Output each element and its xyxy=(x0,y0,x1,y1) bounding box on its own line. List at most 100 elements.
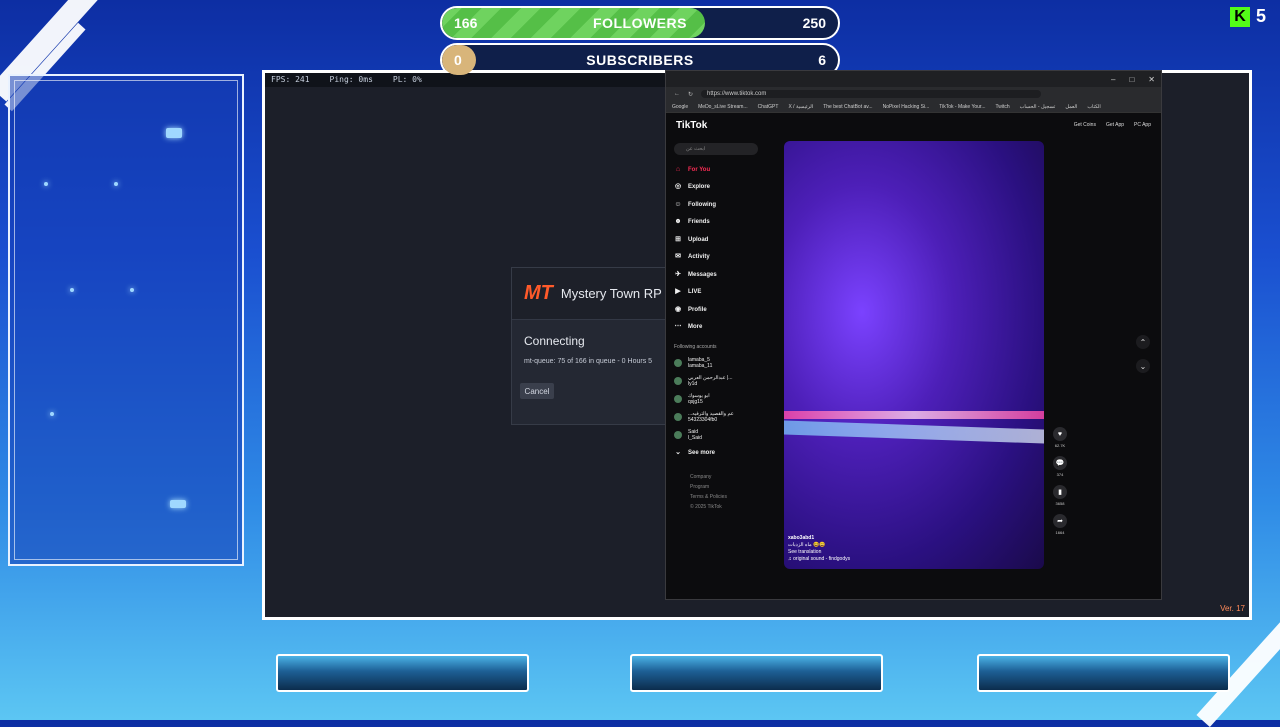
compass-icon: ◎ xyxy=(674,183,682,191)
nav-item-activity[interactable]: ✉ Activity xyxy=(674,249,758,267)
dialog-header: MT Mystery Town RP xyxy=(512,268,680,320)
queue-status: mt-queue: 75 of 166 in queue - 0 Hours 5 xyxy=(524,358,653,365)
chevron-up-icon[interactable]: ⌃ xyxy=(1136,335,1150,349)
account-item[interactable]: lamaba_5 lamaba_11 xyxy=(674,354,758,372)
fps-readout: FPS: 241 xyxy=(271,75,310,84)
account-item[interactable]: عبدالرحمن العربي |... ly1d xyxy=(674,372,758,390)
nav-item-friends[interactable]: ☻ Friends xyxy=(674,214,758,232)
followers-goal-bar: 166 FOLLOWERS 250 xyxy=(440,6,840,40)
chevron-down-icon: ⌄ xyxy=(675,448,681,456)
kick-logo-icon: K xyxy=(1230,6,1250,27)
nav-item-live[interactable]: ▶ LIVE xyxy=(674,284,758,302)
upload-icon: ⊞ xyxy=(675,235,681,243)
connection-dialog: MT Mystery Town RP Connecting mt-queue: … xyxy=(511,267,681,425)
account-handle: ly1d xyxy=(688,381,698,387)
save-count: 3658 xyxy=(1055,501,1065,506)
account-item[interactable]: ...عم والقصيد والترفيه 54323304fb0 xyxy=(674,408,758,426)
home-icon: ⌂ xyxy=(675,165,681,173)
cancel-button[interactable]: Cancel xyxy=(520,383,554,399)
like-icon[interactable]: ♥ xyxy=(1053,427,1067,441)
followers-goal: 250 xyxy=(802,15,826,31)
stage-edge xyxy=(784,420,1044,444)
see-more-link[interactable]: ⌄ See more xyxy=(674,444,758,462)
nav-item-upload[interactable]: ⊞ Upload xyxy=(674,231,758,249)
browser-window: – □ ✕ ← ↻ https://www.tiktok.com Google M… xyxy=(665,70,1162,600)
subscribers-goal: 6 xyxy=(818,52,826,68)
like-count: 62.7K xyxy=(1054,443,1066,448)
tiktok-video-player[interactable]: xabo3abd1 ماه الزدبات 😆😄 See translation… xyxy=(784,141,1044,569)
tiktok-footer: Company Program Terms & Policies © 2025 Tik… xyxy=(690,472,758,512)
nav-item-label: For You xyxy=(688,166,711,173)
bookmark-item[interactable]: العمل xyxy=(1065,104,1077,110)
bookmark-item[interactable]: Twitch xyxy=(996,104,1010,110)
reload-icon[interactable]: ↻ xyxy=(688,91,693,98)
back-icon[interactable]: ← xyxy=(674,91,680,97)
maximize-button[interactable]: □ xyxy=(1129,75,1134,84)
viewer-count: 5 xyxy=(1256,6,1267,26)
url-field[interactable]: https://www.tiktok.com xyxy=(701,90,1042,98)
comment-count: 374 xyxy=(1056,472,1064,477)
bookmark-item[interactable]: NoPixel Hacking Si... xyxy=(883,104,930,110)
profile-icon: ◉ xyxy=(674,305,682,313)
webcam-frame xyxy=(8,74,244,566)
account-item[interactable]: ابو يوسوك qsjg15 xyxy=(674,390,758,408)
pc-app-button[interactable]: PC App xyxy=(1134,122,1151,128)
video-nav-arrows: ⌃ ⌄ xyxy=(1136,335,1150,373)
nav-item-following[interactable]: ☺ Following xyxy=(674,196,758,214)
connection-status: Connecting xyxy=(524,334,585,348)
video-actions: ♥ 62.7K 💬 374 ▮ 3658 ➦ 1664 xyxy=(1050,427,1070,541)
bookmark-item[interactable]: تسجيل - الحساب xyxy=(1020,104,1056,110)
footer-link[interactable]: Terms & Policies xyxy=(690,492,758,502)
chevron-down-icon[interactable]: ⌄ xyxy=(1136,359,1150,373)
minimize-button[interactable]: – xyxy=(1111,75,1115,84)
see-translation-link[interactable]: See translation xyxy=(788,549,850,556)
bookmark-item[interactable]: ChatGPT xyxy=(758,104,779,110)
nav-item-for-you[interactable]: ⌂ For You xyxy=(674,161,758,179)
footer-link[interactable]: Program xyxy=(690,482,758,492)
followers-label: FOLLOWERS xyxy=(593,15,687,31)
nav-item-label: Messages xyxy=(688,271,717,278)
close-button[interactable]: ✕ xyxy=(1148,75,1155,84)
account-handle: qsjg15 xyxy=(688,399,703,405)
decor-light xyxy=(114,182,118,186)
nav-item-label: Activity xyxy=(688,254,710,261)
get-coins-button[interactable]: Get Coins xyxy=(1074,122,1096,128)
perf-overlay: FPS: 241 Ping: 0ms PL: 0% xyxy=(265,73,685,87)
account-item[interactable]: Said l_Said xyxy=(674,426,758,444)
footer-link[interactable]: Company xyxy=(690,472,758,482)
bottom-panel-button-3[interactable] xyxy=(977,654,1230,692)
video-username[interactable]: xabo3abd1 xyxy=(788,535,850,542)
packet-loss-readout: PL: 0% xyxy=(392,75,422,84)
tiktok-nav: ⌂ For You ◎ Explore ☺ Following ☻ Friends ⊞ Uploa… xyxy=(674,161,758,336)
decor-light xyxy=(130,288,134,292)
bookmark-item[interactable]: X / الرئيسية xyxy=(788,104,813,110)
bookmark-item[interactable]: MeDo_sLive Stream... xyxy=(698,104,747,110)
comment-icon[interactable]: 💬 xyxy=(1053,456,1067,470)
nav-item-messages[interactable]: ✈ Messages xyxy=(674,266,758,284)
bottom-panel-button-2[interactable] xyxy=(630,654,883,692)
get-app-button[interactable]: Get App xyxy=(1106,122,1124,128)
bookmark-icon[interactable]: ▮ xyxy=(1053,485,1067,499)
nav-item-profile[interactable]: ◉ Profile xyxy=(674,301,758,319)
bookmark-item[interactable]: الكتاب xyxy=(1087,104,1100,110)
following-accounts-label: Following accounts xyxy=(674,344,717,350)
footer-link: © 2025 TikTok xyxy=(690,503,722,510)
ping-readout: Ping: 0ms xyxy=(329,75,373,84)
more-icon: ⋯ xyxy=(674,323,682,331)
bookmark-item[interactable]: TikTok - Make Your... xyxy=(939,104,985,110)
share-icon[interactable]: ➦ xyxy=(1053,514,1067,528)
bookmark-item[interactable]: Google xyxy=(672,104,688,110)
decor-light xyxy=(70,288,74,292)
bookmark-item[interactable]: The best ChatBot av... xyxy=(823,104,872,110)
tiktok-logo[interactable]: TikTok xyxy=(676,120,707,131)
see-more-label: See more xyxy=(688,449,716,456)
tiktok-search-input[interactable]: ابحث عن xyxy=(674,143,758,155)
avatar xyxy=(674,377,682,385)
game-version: Ver. 17 xyxy=(1220,604,1245,613)
bottom-panel-button-1[interactable] xyxy=(276,654,529,692)
nav-item-explore[interactable]: ◎ Explore xyxy=(674,179,758,197)
nav-item-more[interactable]: ⋯ More xyxy=(674,319,758,337)
live-icon: ▶ xyxy=(675,288,681,296)
video-sound[interactable]: ♫ original sound - findgodys xyxy=(788,556,850,563)
tiktok-header: TikTok Get Coins Get App PC App xyxy=(666,113,1161,137)
